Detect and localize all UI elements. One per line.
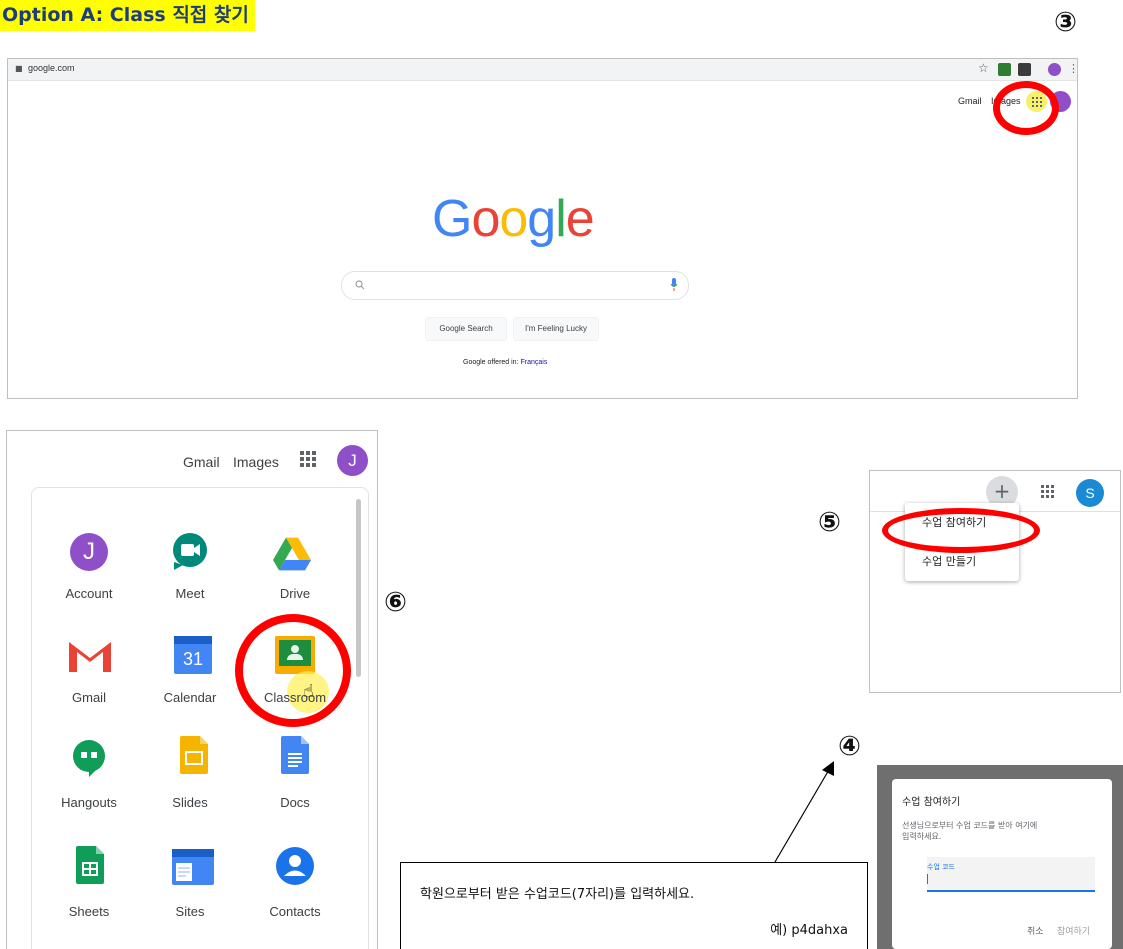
extension-icon[interactable] bbox=[998, 63, 1011, 76]
app-label-calendar[interactable]: Calendar bbox=[140, 690, 240, 705]
extension-icon[interactable] bbox=[1018, 63, 1031, 76]
app-label-gmail[interactable]: Gmail bbox=[39, 690, 139, 705]
app-label-contacts[interactable]: Contacts bbox=[245, 904, 345, 919]
user-avatar[interactable]: J bbox=[337, 445, 368, 476]
search-input[interactable] bbox=[341, 271, 689, 300]
meet-icon[interactable] bbox=[171, 532, 209, 570]
search-icon bbox=[355, 280, 365, 290]
highlight-ring bbox=[882, 508, 1040, 553]
class-code-label: 수업 코드 bbox=[927, 863, 955, 871]
apps-launcher-screenshot: Gmail Images J J Account Meet Drive Gmai… bbox=[6, 430, 378, 949]
google-search-button[interactable]: Google Search bbox=[425, 317, 507, 341]
sheets-icon[interactable] bbox=[76, 846, 104, 884]
step-number-3: ③ bbox=[1054, 7, 1077, 38]
logo-letter: o bbox=[471, 190, 500, 248]
calendar-day: 31 bbox=[182, 649, 204, 669]
dialog-description-2: 입력하세요. bbox=[902, 832, 942, 841]
gmail-icon[interactable] bbox=[69, 640, 111, 672]
step-number-5: ⑤ bbox=[818, 507, 841, 538]
docs-icon[interactable] bbox=[281, 736, 309, 774]
arrow-pointer bbox=[774, 761, 834, 863]
scrollbar[interactable] bbox=[356, 499, 361, 677]
step-number-4: ④ bbox=[838, 731, 861, 762]
app-label-slides[interactable]: Slides bbox=[140, 795, 240, 810]
cancel-button[interactable]: 취소 bbox=[1027, 924, 1044, 937]
logo-letter: o bbox=[499, 190, 528, 248]
step-number-6: ⑥ bbox=[384, 587, 407, 618]
app-label-account[interactable]: Account bbox=[39, 586, 139, 601]
google-logo: Google bbox=[432, 189, 595, 249]
profile-avatar[interactable] bbox=[1048, 63, 1061, 76]
contacts-icon[interactable] bbox=[276, 847, 314, 885]
offered-in-text: Google offered in: Français bbox=[463, 359, 547, 366]
classroom-menu-screenshot: + S 수업 참여하기 수업 만들기 bbox=[869, 470, 1121, 693]
feeling-lucky-button[interactable]: I'm Feeling Lucky bbox=[513, 317, 599, 341]
join-class-dialog: 수업 참여하기 선생님으로부터 수업 코드를 받아 여기에 입력하세요. 수업 … bbox=[892, 779, 1112, 949]
dialog-title: 수업 참여하기 bbox=[902, 797, 961, 808]
join-button[interactable]: 참여하기 bbox=[1057, 924, 1090, 937]
app-label-sites[interactable]: Sites bbox=[140, 904, 240, 919]
text-caret bbox=[927, 874, 928, 884]
app-label-sheets[interactable]: Sheets bbox=[39, 904, 139, 919]
drive-icon[interactable] bbox=[273, 535, 311, 573]
app-label-hangouts[interactable]: Hangouts bbox=[39, 795, 139, 810]
highlight-ring bbox=[993, 81, 1059, 135]
images-link[interactable]: Images bbox=[233, 454, 279, 470]
instruction-text: 학원으로부터 받은 수업코드(7자리)를 입력하세요. bbox=[420, 887, 695, 902]
url-text: google.com bbox=[28, 63, 75, 73]
google-homepage-screenshot: ■ google.com ☆ ⋮ Gmail Images Google Goo… bbox=[7, 58, 1078, 399]
logo-letter: G bbox=[432, 190, 472, 248]
sites-icon[interactable] bbox=[172, 849, 214, 885]
address-bar[interactable]: ■ google.com ☆ ⋮ bbox=[8, 59, 1077, 81]
logo-letter: l bbox=[555, 190, 567, 248]
dialog-description-1: 선생님으로부터 수업 코드를 받아 여기에 bbox=[902, 821, 1038, 830]
offered-in-label: Google offered in: bbox=[463, 359, 519, 366]
apps-grid-icon[interactable] bbox=[1041, 485, 1055, 499]
user-avatar[interactable]: S bbox=[1076, 479, 1104, 507]
highlight-ring bbox=[235, 614, 351, 727]
star-icon[interactable]: ☆ bbox=[978, 61, 989, 75]
example-code: 예) p4dahxa bbox=[770, 923, 848, 938]
menu-kebab-icon[interactable]: ⋮ bbox=[1068, 62, 1077, 75]
class-code-input[interactable]: 수업 코드 bbox=[927, 857, 1095, 892]
apps-grid-icon[interactable] bbox=[299, 450, 317, 468]
lock-icon: ■ bbox=[15, 64, 23, 73]
logo-letter: g bbox=[527, 190, 556, 248]
microphone-icon[interactable] bbox=[670, 278, 678, 292]
slides-icon[interactable] bbox=[180, 736, 208, 774]
app-label-drive[interactable]: Drive bbox=[245, 586, 345, 601]
language-link[interactable]: Français bbox=[520, 359, 547, 366]
logo-letter: e bbox=[565, 190, 595, 248]
create-class-menu-item[interactable]: 수업 만들기 bbox=[922, 553, 976, 569]
gmail-link[interactable]: Gmail bbox=[958, 96, 982, 106]
app-label-meet[interactable]: Meet bbox=[140, 586, 240, 601]
calendar-icon[interactable]: 31 bbox=[174, 636, 212, 674]
account-icon[interactable]: J bbox=[70, 533, 108, 571]
app-label-docs[interactable]: Docs bbox=[245, 795, 345, 810]
hangouts-icon[interactable] bbox=[70, 739, 108, 777]
section-heading: Option A: Class 직접 찾기 bbox=[0, 0, 255, 31]
gmail-link[interactable]: Gmail bbox=[183, 454, 220, 470]
instruction-box: 학원으로부터 받은 수업코드(7자리)를 입력하세요. 예) p4dahxa bbox=[400, 862, 868, 949]
